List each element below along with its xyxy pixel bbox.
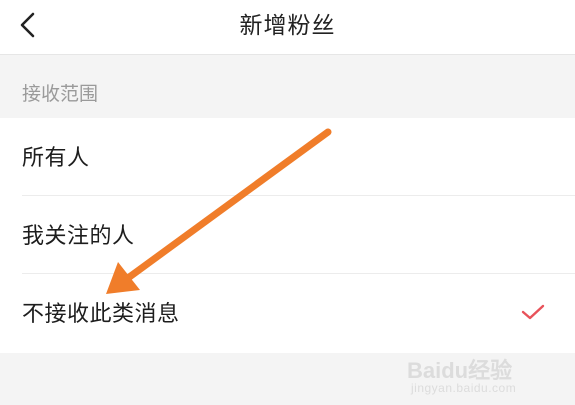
option-label: 不接收此类消息 (22, 302, 180, 327)
checkmark-icon (521, 304, 545, 320)
option-following[interactable]: 我关注的人 (0, 196, 575, 274)
option-none[interactable]: 不接收此类消息 (0, 274, 575, 352)
option-list: 所有人 我关注的人 不接收此类消息 (0, 118, 575, 353)
settings-screen: 新增粉丝 接收范围 所有人 我关注的人 不接收此类消息 Baidu经验 jing… (0, 0, 575, 405)
option-label: 我关注的人 (22, 224, 135, 249)
section-header: 接收范围 (0, 55, 575, 117)
baidu-jingyan-watermark: Baidu经验 jingyan.baidu.com (407, 351, 547, 399)
watermark-sub: jingyan.baidu.com (411, 381, 517, 395)
page-title: 新增粉丝 (239, 13, 336, 39)
option-everyone[interactable]: 所有人 (0, 118, 575, 196)
section-label: 接收范围 (22, 83, 99, 105)
option-label: 所有人 (22, 146, 90, 171)
top-navigation-bar: 新增粉丝 (0, 0, 575, 55)
